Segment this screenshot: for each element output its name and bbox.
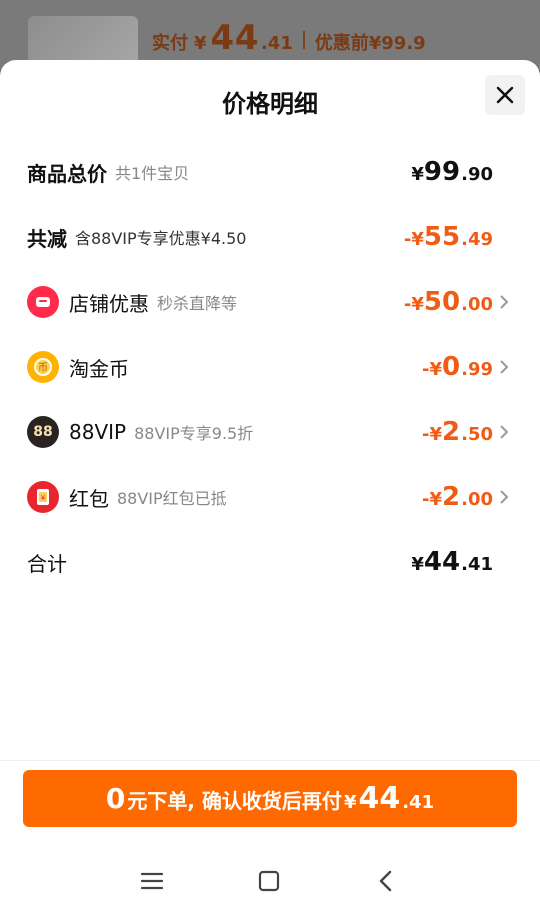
row-item-total: 商品总价 共1件宝贝 ¥ 99 .90 [0,152,540,192]
chevron-right-icon [500,295,509,309]
amount-int: 50 [423,287,461,317]
price-detail-sheet: 价格明细 商品总价 共1件宝贝 ¥ 99 .90 共减 含88VIP专享优惠¥4… [0,60,540,913]
close-icon [496,86,514,104]
back-chevron-icon[interactable] [371,866,401,896]
row-total-sum: 合计 ¥ 44 .41 [0,542,540,582]
row-88vip[interactable]: 88 88VIP 88VIP专享9.5折 -¥ 2 .50 [0,412,540,452]
pay-text: 元下单, 确认收货后再付 [127,789,342,813]
sheet-title: 价格明细 [222,90,318,118]
amount-int: 44 [423,547,461,577]
item-total-amount: ¥ 99 .90 [411,157,493,187]
amount-int: 2 [442,482,461,512]
home-square-icon[interactable] [254,866,284,896]
sum-label: 合计 [27,551,67,576]
item-total-label: 商品总价 [27,161,107,186]
paid-amount-int: 44 [210,18,259,58]
system-nav-bar [0,850,540,913]
shop-discount-note: 秒杀直降等 [157,294,238,313]
menu-icon[interactable] [137,866,167,896]
88-badge-text: 88 [33,424,53,440]
currency: -¥ [422,359,443,380]
amount-int: 99 [423,157,461,187]
88vip-note: 88VIP专享9.5折 [134,424,254,443]
total-reduction-label: 共减 [27,226,67,251]
svg-text:¥: ¥ [41,494,46,502]
currency: -¥ [403,294,424,315]
separator [302,31,305,49]
vip-discount-note: 含88VIP专享优惠¥4.50 [75,229,247,248]
pay-later-button[interactable]: 0 元下单, 确认收货后再付 ¥ 44 .41 [23,770,517,827]
88vip-amount: -¥ 2 .50 [422,417,493,447]
amount-dec: .00 [461,489,493,510]
amount-dec: .90 [461,164,493,185]
88-badge-icon: 88 [27,416,59,448]
pay-zero: 0 [105,782,126,815]
paid-label: 实付 [152,33,188,54]
chevron-right-icon [500,360,509,374]
currency: -¥ [422,489,443,510]
currency: -¥ [403,229,424,250]
row-shop-discount[interactable]: 店铺优惠 秒杀直降等 -¥ 50 .00 [0,282,540,322]
pay-currency: ¥ [343,792,357,813]
row-total-reduction: 共减 含88VIP专享优惠¥4.50 -¥ 55 .49 [0,217,540,257]
currency: ¥ [411,554,424,575]
pay-amount-dec: .41 [402,792,435,813]
amount-dec: .49 [461,229,493,250]
amount-int: 0 [442,352,461,382]
88vip-label: 88VIP [69,420,127,444]
amount-dec: .00 [461,294,493,315]
bottom-divider [0,760,540,761]
row-gold-coins[interactable]: 币 淘金币 -¥ 0 .99 [0,347,540,387]
gold-coins-amount: -¥ 0 .99 [422,352,493,382]
sum-amount: ¥ 44 .41 [411,547,493,577]
before-discount-price: 优惠前¥99.9 [314,33,426,54]
chevron-right-icon [500,425,509,439]
svg-text:币: 币 [38,362,48,374]
chevron-right-icon [500,490,509,504]
red-packet-icon: ¥ [27,481,59,513]
item-count: 共1件宝贝 [115,164,190,183]
red-packet-note: 88VIP红包已抵 [117,489,227,508]
amount-int: 2 [442,417,461,447]
amount-int: 55 [423,222,461,252]
paid-price-summary: 实付 ¥ 44 .41 优惠前¥99.9 [152,18,426,58]
amount-dec: .41 [461,554,493,575]
amount-dec: .50 [461,424,493,445]
currency: ¥ [411,164,424,185]
paid-currency: ¥ [194,33,207,54]
total-reduction-amount: -¥ 55 .49 [404,222,493,252]
gold-coin-icon: 币 [27,351,59,383]
shop-discount-icon [27,286,59,318]
amount-dec: .99 [461,359,493,380]
shop-discount-label: 店铺优惠 [69,291,149,316]
row-red-packet[interactable]: ¥ 红包 88VIP红包已抵 -¥ 2 .00 [0,477,540,517]
gold-coins-label: 淘金币 [69,356,129,381]
paid-amount-dec: .41 [260,33,293,54]
close-button[interactable] [485,75,525,115]
shop-discount-amount: -¥ 50 .00 [404,287,493,317]
currency: -¥ [422,424,443,445]
red-packet-amount: -¥ 2 .00 [422,482,493,512]
pay-amount-int: 44 [358,781,401,816]
red-packet-label: 红包 [69,486,109,511]
